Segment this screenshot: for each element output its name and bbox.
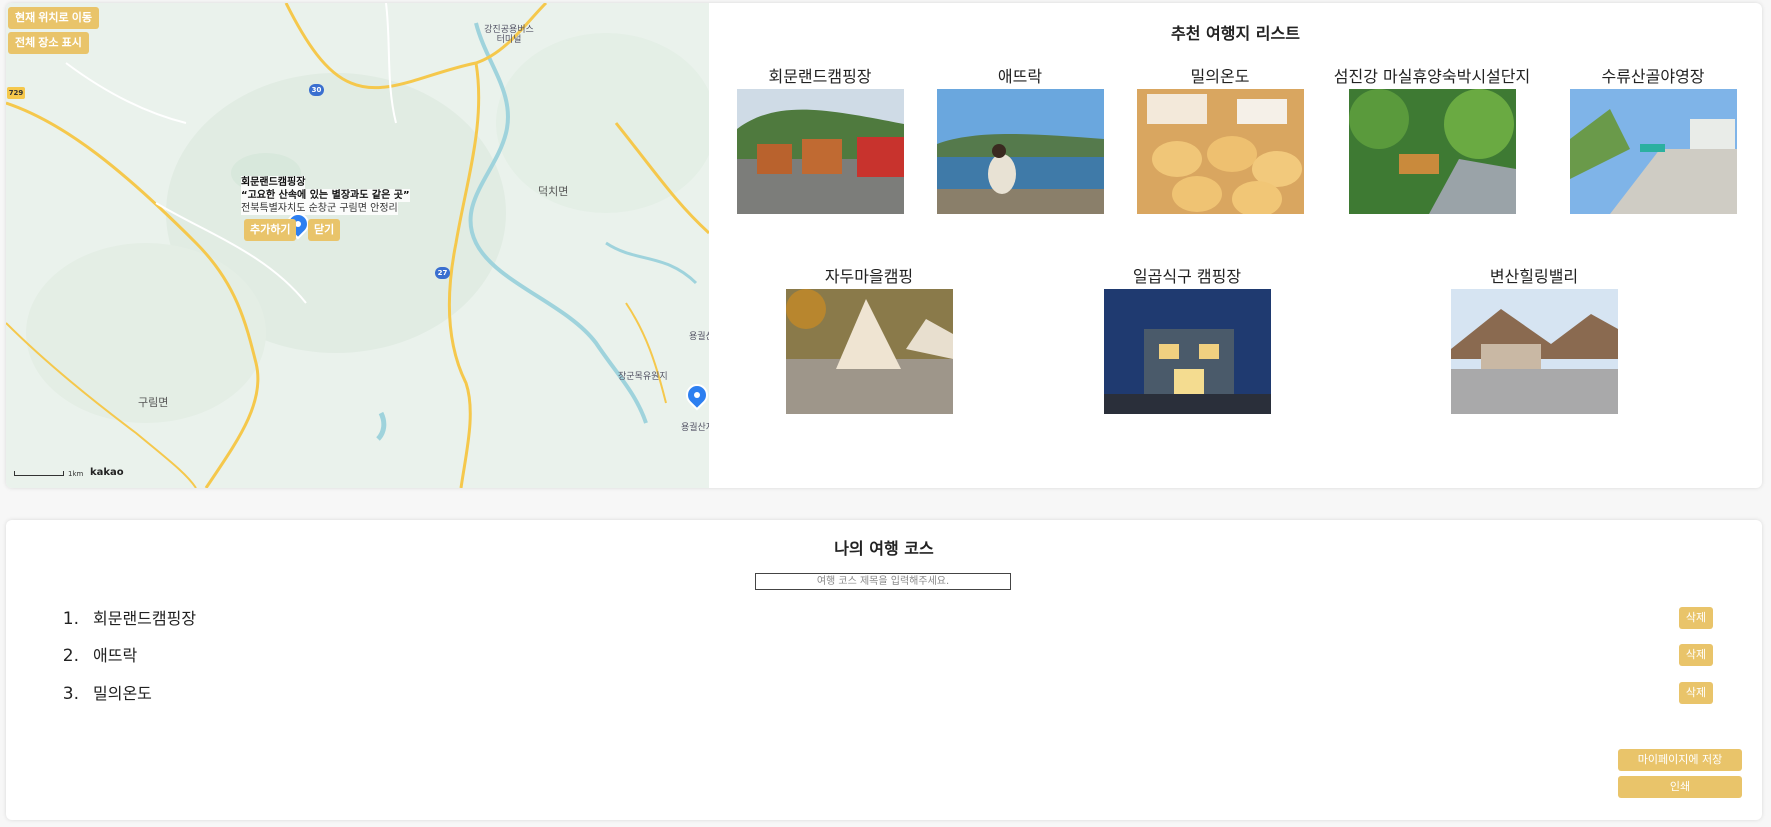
place-name: 변산힐링밸리 <box>1489 267 1579 286</box>
recommend-title: 추천 여행지 리스트 <box>1171 24 1300 43</box>
tent-photo <box>785 289 953 414</box>
recommend-panel: 추천 여행지 리스트 회문랜드캠핑장 애뜨락 밀의온도 섬진강 마실휴양숙박시설… <box>709 3 1762 488</box>
course-item-number: 3. <box>62 684 79 704</box>
cabins-photo <box>736 89 904 214</box>
course-item-name: 회문랜드캠핑장 <box>93 609 197 628</box>
info-window: 회문랜드캠핑장 “고요한 산속에 있는 별장과도 같은 곳” 전북특별자치도 순… <box>241 176 410 215</box>
kakao-logo: kakao <box>90 467 124 478</box>
place-card-aetteurak[interactable]: 애뜨락 <box>920 65 1120 214</box>
place-card-mireuiondo[interactable]: 밀의온도 <box>1120 65 1320 214</box>
course-panel: 나의 여행 코스 1. 회문랜드캠핑장 삭제 2. 애뜨락 삭제 3. 밀의온도… <box>6 520 1762 820</box>
route-shield-27: 27 <box>435 267 450 279</box>
course-item: 1. 회문랜드캠핑장 삭제 <box>51 607 1731 631</box>
map-terrain <box>6 3 709 488</box>
map-label-janggunmok: 장군목유원지 <box>618 372 668 382</box>
course-item: 2. 애뜨락 삭제 <box>51 644 1731 668</box>
place-card-suryu[interactable]: 수류산골야영장 <box>1544 65 1762 214</box>
course-item-number: 1. <box>62 609 79 629</box>
mountain-house-photo <box>1450 289 1618 414</box>
scale-text: 1km <box>68 470 84 478</box>
campsite-photo <box>1569 89 1737 214</box>
place-name: 회문랜드캠핑장 <box>768 67 872 86</box>
delete-button[interactable]: 삭제 <box>1679 644 1713 666</box>
map-label-yonggwolsan: 용궐산 <box>689 332 709 342</box>
info-address: 전북특별자치도 순창군 구림면 안정리 <box>241 202 398 215</box>
place-card-ilgop[interactable]: 일곱식구 캠핑장 <box>1087 265 1287 414</box>
info-slogan: “고요한 산속에 있는 별장과도 같은 곳” <box>241 189 410 202</box>
map-label-forest: 용궐산자연휴양림 <box>681 423 709 433</box>
top-panel: 현재 위치로 이동 전체 장소 표시 강진공용버스터미널 덕치면 구림면 장군목… <box>6 3 1762 488</box>
delete-button[interactable]: 삭제 <box>1679 607 1713 629</box>
course-item: 3. 밀의온도 삭제 <box>51 682 1731 706</box>
map-label-deokchi: 덕치면 <box>538 185 569 198</box>
map[interactable]: 현재 위치로 이동 전체 장소 표시 강진공용버스터미널 덕치면 구림면 장군목… <box>6 3 709 488</box>
scale-bar <box>14 471 64 476</box>
save-to-mypage-button[interactable]: 마이페이지에 저장 <box>1618 749 1742 771</box>
current-location-button[interactable]: 현재 위치로 이동 <box>8 7 99 29</box>
bread-photo <box>1136 89 1304 214</box>
course-item-number: 2. <box>62 646 79 666</box>
place-card-seomjingang[interactable]: 섬진강 마실휴양숙박시설단지 <box>1320 65 1544 214</box>
info-place-name: 회문랜드캠핑장 <box>241 176 306 189</box>
route-shield-30: 30 <box>309 84 324 96</box>
course-title-input[interactable] <box>755 573 1011 590</box>
show-all-button[interactable]: 전체 장소 표시 <box>8 32 89 54</box>
place-name: 밀의온도 <box>1190 67 1250 86</box>
map-label-gurim: 구림면 <box>138 396 169 409</box>
info-close-button[interactable]: 닫기 <box>308 219 341 241</box>
info-add-button[interactable]: 추가하기 <box>244 219 297 241</box>
course-item-name: 밀의온도 <box>93 684 152 703</box>
place-name: 애뜨락 <box>997 67 1043 86</box>
place-card-byeonsan[interactable]: 변산힐링밸리 <box>1434 265 1634 414</box>
print-button[interactable]: 인쇄 <box>1618 776 1742 798</box>
place-name: 수류산골야영장 <box>1601 67 1705 86</box>
night-house-photo <box>1103 289 1271 414</box>
map-label-bus-terminal: 강진공용버스터미널 <box>484 25 534 45</box>
place-name: 자두마을캠핑 <box>824 267 914 286</box>
garden-photo <box>1348 89 1516 214</box>
place-card-jadu[interactable]: 자두마을캠핑 <box>769 265 969 414</box>
place-name: 일곱식구 캠핑장 <box>1132 267 1242 286</box>
place-name: 섬진강 마실휴양숙박시설단지 <box>1333 67 1531 86</box>
route-shield-729: 729 <box>7 87 25 99</box>
lake-photo <box>936 89 1104 214</box>
course-item-name: 애뜨락 <box>93 646 138 665</box>
delete-button[interactable]: 삭제 <box>1679 682 1713 704</box>
course-title: 나의 여행 코스 <box>834 539 934 558</box>
place-card-hoemunland[interactable]: 회문랜드캠핑장 <box>720 65 920 214</box>
